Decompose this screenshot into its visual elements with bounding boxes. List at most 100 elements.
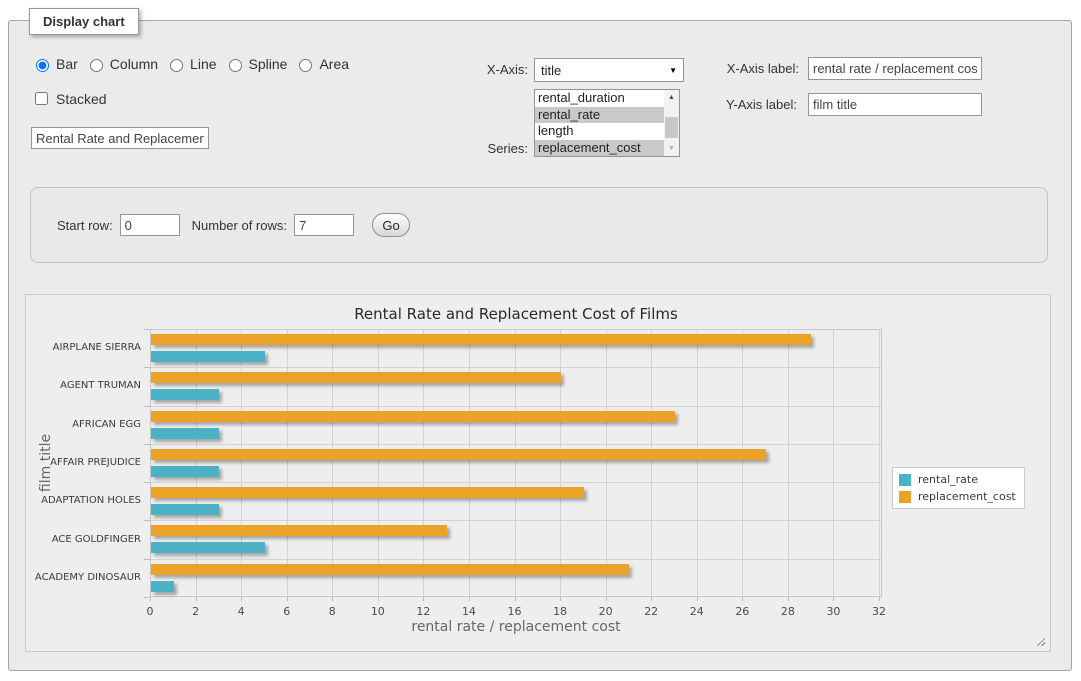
y-category-label: AGENT TRUMAN (26, 380, 141, 391)
display-chart-fieldset: Display chart BarColumnLineSplineArea St… (8, 20, 1072, 671)
bar-replacement_cost (151, 334, 811, 345)
chart-type-radio-area[interactable] (299, 59, 312, 72)
fieldset-legend: Display chart (29, 8, 139, 35)
bar-replacement_cost (151, 564, 629, 575)
chart-title-input[interactable] (31, 127, 209, 149)
x-tick-label: 32 (872, 605, 886, 618)
chart-legend: rental_rate replacement_cost (892, 467, 1025, 509)
x-tick-mark (196, 597, 197, 601)
chart-type-option: Line (165, 56, 216, 72)
num-rows-input[interactable] (294, 214, 354, 236)
x-tick-label: 12 (416, 605, 430, 618)
chart-title: Rental Rate and Replacement Cost of Film… (150, 305, 882, 323)
x-tick-label: 8 (329, 605, 336, 618)
chart-type-radio-spline[interactable] (229, 59, 242, 72)
y-tick-mark (144, 329, 150, 330)
x-tick-mark (378, 597, 379, 601)
x-tick-label: 30 (826, 605, 840, 618)
gridline (515, 330, 516, 596)
chart-panel: Rental Rate and Replacement Cost of Film… (25, 294, 1051, 652)
chart-type-option: Spline (224, 56, 288, 72)
gridline (151, 444, 881, 445)
y-tick-mark (144, 367, 150, 368)
x-tick-mark (515, 597, 516, 601)
x-tick-label: 14 (462, 605, 476, 618)
x-axis-label-input[interactable] (808, 57, 982, 80)
chart-type-radio-column[interactable] (90, 59, 103, 72)
legend-swatch (899, 491, 911, 503)
chart-type-label: Column (110, 56, 158, 72)
go-button[interactable]: Go (372, 213, 410, 237)
y-tick-mark (144, 559, 150, 560)
x-tick-mark (332, 597, 333, 601)
x-tick-label: 10 (371, 605, 385, 618)
x-tick-mark (560, 597, 561, 601)
x-axis-select-value: title (541, 63, 561, 78)
stacked-checkbox[interactable] (35, 92, 48, 105)
y-axis-label-input[interactable] (808, 93, 982, 116)
y-category-label: ACE GOLDFINGER (26, 534, 141, 545)
chart-type-label: Area (319, 56, 349, 72)
chart-type-label: Line (190, 56, 216, 72)
plot-border (150, 329, 882, 597)
gridline (833, 330, 834, 596)
bar-replacement_cost (151, 525, 447, 536)
x-tick-mark (879, 597, 880, 601)
num-rows-label: Number of rows: (192, 218, 287, 233)
x-tick-mark (833, 597, 834, 601)
x-tick-label: 24 (690, 605, 704, 618)
resize-handle-icon[interactable] (1036, 637, 1045, 646)
legend-label: replacement_cost (918, 490, 1016, 503)
stacked-row: Stacked (31, 89, 107, 108)
x-tick-label: 4 (238, 605, 245, 618)
x-tick-label: 18 (553, 605, 567, 618)
gridline (423, 330, 424, 596)
y-category-label: AIRPLANE SIERRA (26, 342, 141, 353)
bar-replacement_cost (151, 487, 584, 498)
series-option[interactable]: replacement_cost (535, 140, 679, 157)
series-label: Series: (389, 141, 528, 156)
y-tick-mark (144, 406, 150, 407)
x-tick-mark (287, 597, 288, 601)
bar-rental_rate (151, 466, 219, 477)
y-tick-mark (144, 444, 150, 445)
gridline (651, 330, 652, 596)
y-tick-mark (144, 520, 150, 521)
gridline (241, 330, 242, 596)
bar-rental_rate (151, 542, 265, 553)
x-tick-mark (788, 597, 789, 601)
scroll-down-icon[interactable]: ▼ (664, 141, 679, 156)
gridline (560, 330, 561, 596)
x-axis-select-label: X-Axis: (389, 62, 528, 77)
x-tick-label: 0 (147, 605, 154, 618)
rows-panel: Start row: Number of rows: Go (30, 187, 1048, 263)
chart-type-radio-bar[interactable] (36, 59, 49, 72)
x-tick-label: 20 (599, 605, 613, 618)
bar-rental_rate (151, 389, 219, 400)
y-category-label: AFRICAN EGG (26, 419, 141, 430)
gridline (196, 330, 197, 596)
chart-type-radio-line[interactable] (170, 59, 183, 72)
legend-label: rental_rate (918, 473, 978, 486)
x-tick-mark (241, 597, 242, 601)
gridline (378, 330, 379, 596)
x-tick-label: 26 (735, 605, 749, 618)
scrollbar-thumb[interactable] (665, 117, 678, 138)
start-row-input[interactable] (120, 214, 180, 236)
x-tick-mark (150, 597, 151, 601)
bar-rental_rate (151, 351, 265, 362)
legend-item: rental_rate (899, 473, 1016, 486)
y-category-label: ADAPTATION HOLES (26, 495, 141, 506)
x-tick-mark (606, 597, 607, 601)
y-tick-mark (144, 597, 150, 598)
x-tick-label: 16 (508, 605, 522, 618)
start-row-label: Start row: (57, 218, 113, 233)
gridline (151, 367, 881, 368)
chart-type-label: Bar (56, 56, 78, 72)
series-option[interactable]: length (535, 123, 679, 140)
x-tick-mark (697, 597, 698, 601)
x-tick-mark (469, 597, 470, 601)
bar-replacement_cost (151, 449, 766, 460)
stacked-label: Stacked (56, 91, 107, 107)
bar-rental_rate (151, 504, 219, 515)
